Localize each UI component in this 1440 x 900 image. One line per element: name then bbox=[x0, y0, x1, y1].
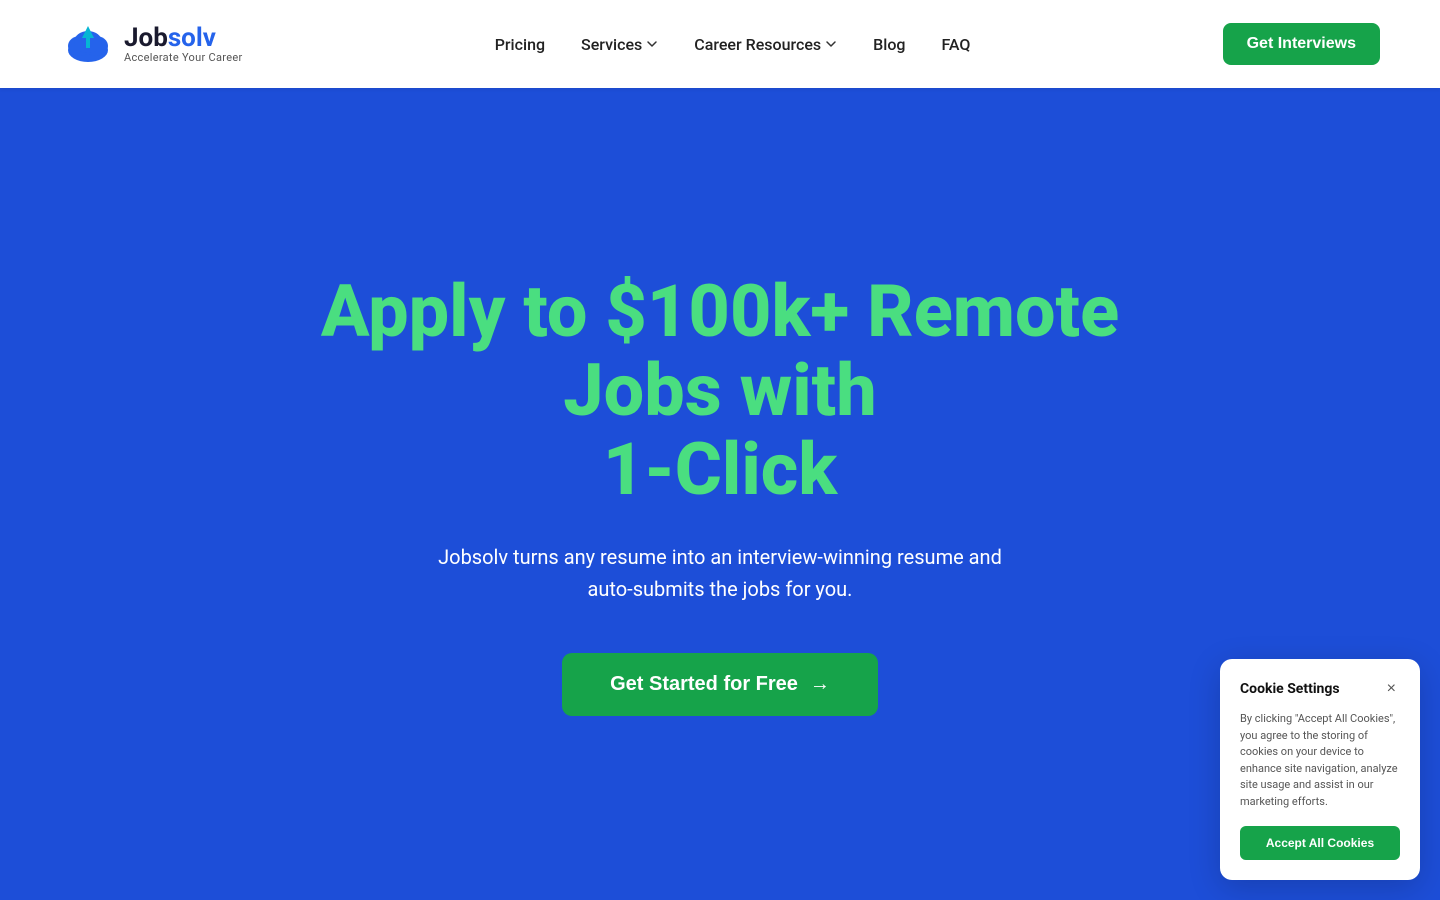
nav-faq[interactable]: FAQ bbox=[941, 35, 970, 54]
logo-tagline: Accelerate Your Career bbox=[124, 52, 243, 64]
logo[interactable]: Jobsolv Accelerate Your Career bbox=[60, 16, 243, 72]
career-resources-chevron-icon bbox=[825, 38, 837, 50]
navbar: Jobsolv Accelerate Your Career Pricing S… bbox=[0, 0, 1440, 88]
services-chevron-icon bbox=[646, 38, 658, 50]
cookie-banner: Cookie Settings × By clicking "Accept Al… bbox=[1220, 659, 1420, 880]
hero-subtitle: Jobsolv turns any resume into an intervi… bbox=[420, 541, 1020, 605]
logo-text: Jobsolv Accelerate Your Career bbox=[124, 24, 243, 65]
nav-pricing[interactable]: Pricing bbox=[495, 35, 545, 54]
cookie-close-button[interactable]: × bbox=[1383, 679, 1400, 699]
cookie-title: Cookie Settings bbox=[1240, 681, 1340, 697]
logo-name: Jobsolv bbox=[124, 24, 243, 53]
hero-title: Apply to $100k+ Remote Jobs with 1-Click bbox=[270, 272, 1170, 510]
cookie-header: Cookie Settings × bbox=[1240, 679, 1400, 699]
arrow-right-icon: → bbox=[810, 673, 830, 696]
get-interviews-button[interactable]: Get Interviews bbox=[1223, 23, 1380, 65]
get-started-button[interactable]: Get Started for Free → bbox=[562, 653, 878, 716]
nav-career-resources[interactable]: Career Resources bbox=[694, 35, 837, 54]
accept-cookies-button[interactable]: Accept All Cookies bbox=[1240, 826, 1400, 860]
nav-links: Pricing Services Career Resources Blog F… bbox=[495, 35, 971, 54]
nav-services[interactable]: Services bbox=[581, 35, 658, 54]
logo-icon bbox=[60, 16, 116, 72]
nav-blog[interactable]: Blog bbox=[873, 35, 905, 54]
cookie-body: By clicking "Accept All Cookies", you ag… bbox=[1240, 711, 1400, 810]
